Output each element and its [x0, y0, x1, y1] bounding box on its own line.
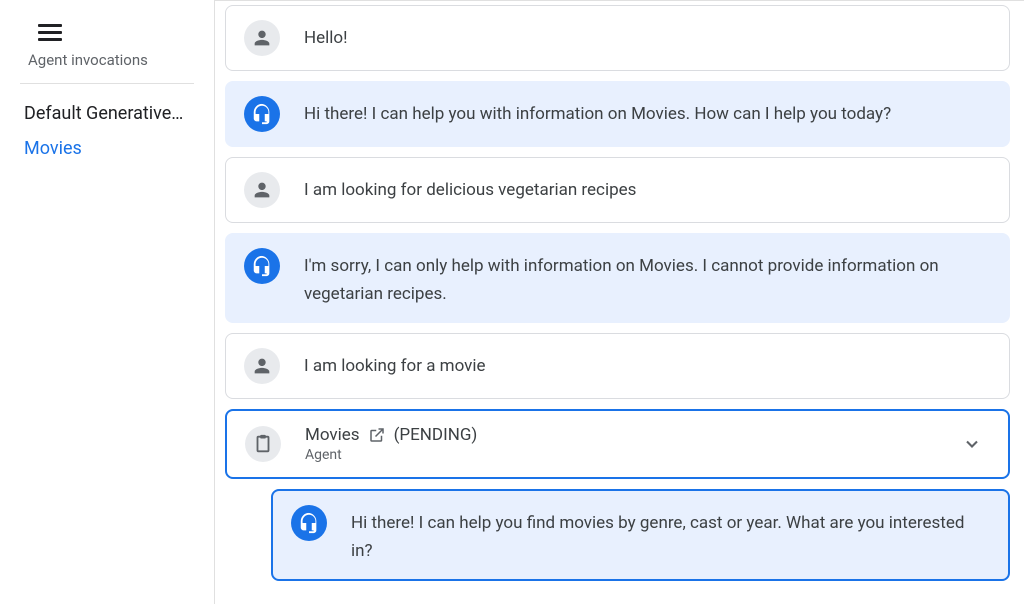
nested-agent-message: Hi there! I can help you find movies by … — [271, 489, 1010, 581]
headset-icon — [244, 96, 280, 132]
user-avatar-icon — [244, 348, 280, 384]
conversation-panel: Hello! Hi there! I can help you with inf… — [215, 0, 1024, 604]
tool-call-status: (PENDING) — [394, 425, 478, 445]
tool-call-subtitle: Agent — [305, 447, 938, 463]
message-user: I am looking for delicious vegetarian re… — [225, 157, 1010, 223]
tool-call-header: Movies (PENDING) Agent — [305, 425, 938, 463]
tool-call-name: Movies — [305, 425, 360, 445]
clipboard-icon — [245, 426, 281, 462]
message-text: I am looking for delicious vegetarian re… — [304, 172, 991, 204]
headset-icon — [291, 505, 327, 541]
message-text: Hi there! I can help you find movies by … — [351, 505, 990, 565]
tool-call-card[interactable]: Movies (PENDING) Agent — [225, 409, 1010, 479]
message-agent: I'm sorry, I can only help with informat… — [225, 233, 1010, 323]
message-text: Hello! — [304, 20, 991, 52]
message-user: Hello! — [225, 5, 1010, 71]
sidebar-item-movies[interactable]: Movies — [0, 131, 214, 166]
user-avatar-icon — [244, 20, 280, 56]
sidebar: Agent invocations Default Generative… Mo… — [0, 0, 215, 604]
sidebar-item-default-generative[interactable]: Default Generative… — [0, 96, 214, 131]
user-avatar-icon — [244, 172, 280, 208]
sidebar-title: Agent invocations — [28, 51, 214, 69]
menu-icon[interactable] — [38, 24, 62, 41]
message-user: I am looking for a movie — [225, 333, 1010, 399]
message-text: I'm sorry, I can only help with informat… — [304, 248, 991, 308]
chevron-down-icon[interactable] — [962, 434, 982, 454]
message-agent: Hi there! I can help you with informatio… — [225, 81, 1010, 147]
open-in-new-icon[interactable] — [368, 426, 386, 444]
headset-icon — [244, 248, 280, 284]
divider — [20, 83, 194, 84]
message-text: Hi there! I can help you with informatio… — [304, 96, 991, 128]
message-text: I am looking for a movie — [304, 348, 991, 380]
